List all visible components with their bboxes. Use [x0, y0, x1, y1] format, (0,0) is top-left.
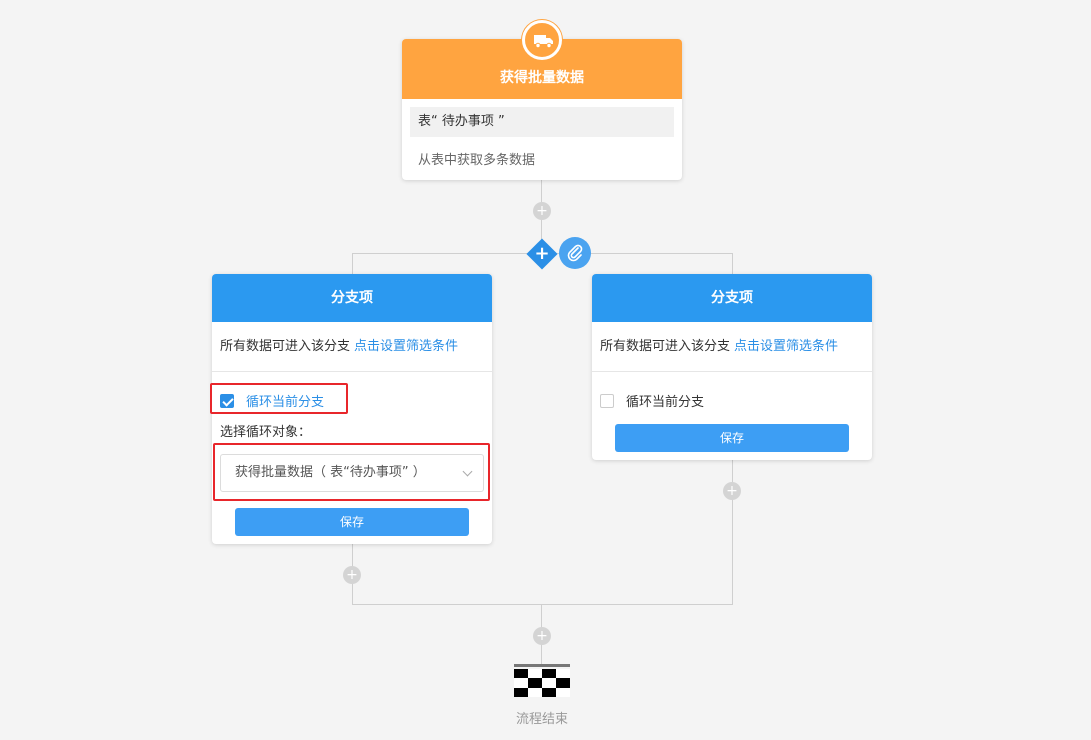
branch-title: 分支项 [592, 274, 872, 322]
connector-line [352, 253, 353, 275]
checkered-flag-icon [514, 664, 570, 697]
save-button[interactable]: 保存 [235, 508, 469, 536]
save-button[interactable]: 保存 [615, 424, 849, 452]
loop-branch-checkbox[interactable] [600, 393, 614, 408]
highlight-box [213, 443, 490, 501]
branch-condition: 所有数据可进入该分支 点击设置筛选条件 [592, 322, 872, 372]
get-batch-data-node[interactable]: 获得批量数据 表“ 待办事项 ” 从表中获取多条数据 [402, 39, 682, 180]
add-node-button[interactable]: + [533, 627, 551, 645]
plus-icon[interactable]: + [531, 243, 553, 265]
set-filter-link[interactable]: 点击设置筛选条件 [734, 339, 838, 354]
branch-condition: 所有数据可进入该分支 点击设置筛选条件 [212, 322, 492, 372]
add-node-button[interactable]: + [723, 482, 741, 500]
add-node-button[interactable]: + [533, 202, 551, 220]
branch-condition-text: 所有数据可进入该分支 [220, 339, 351, 354]
branch-title: 分支项 [212, 274, 492, 322]
loop-target-title: 选择循环对象： [220, 425, 312, 440]
workflow-canvas: 获得批量数据 表“ 待办事项 ” 从表中获取多条数据 + + + + + 分支项… [0, 0, 1091, 740]
add-node-button[interactable]: + [343, 566, 361, 584]
end-label: 流程结束 [515, 712, 568, 727]
set-filter-link[interactable]: 点击设置筛选条件 [354, 339, 458, 354]
node-description: 从表中获取多条数据 [418, 153, 536, 168]
connector-line [732, 253, 733, 275]
connector-line [352, 604, 733, 605]
paperclip-icon[interactable] [559, 237, 591, 269]
highlight-box [210, 383, 348, 414]
truck-icon [522, 20, 562, 60]
loop-branch-checkbox-row[interactable]: 循环当前分支 [600, 391, 704, 410]
loop-branch-label[interactable]: 循环当前分支 [626, 391, 704, 410]
branch-condition-text: 所有数据可进入该分支 [600, 339, 731, 354]
node-table-label: 表“ 待办事项 ” [410, 107, 674, 137]
